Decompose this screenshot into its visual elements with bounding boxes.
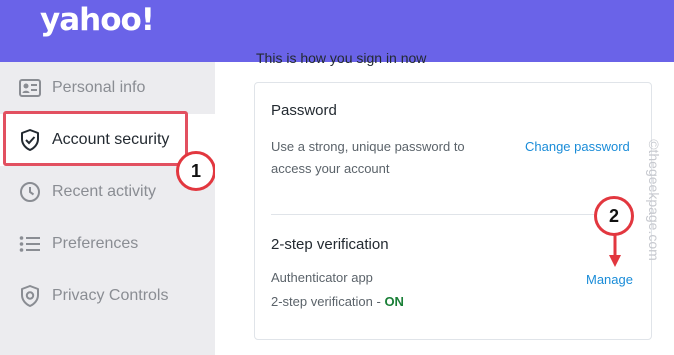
list-icon [19,233,41,255]
sidebar-item-label: Preferences [52,235,139,252]
password-title: Password [271,102,337,119]
sidebar-item-preferences[interactable]: Preferences [0,218,215,270]
change-password-link[interactable]: Change password [525,139,630,154]
yahoo-logo[interactable]: yahoo! [40,2,155,38]
two-step-title: 2-step verification [271,236,389,253]
sidebar-item-label: Recent activity [52,183,157,200]
manage-link[interactable]: Manage [586,272,633,287]
annotation-highlight-box [3,111,188,166]
watermark-text: ©thegeekpage.com [646,139,662,261]
sidebar-item-privacy-controls[interactable]: Privacy Controls [0,270,215,322]
annotation-callout-1: 1 [176,151,216,191]
annotation-callout-2: 2 [594,196,634,236]
sidebar-item-label: Privacy Controls [52,287,169,304]
password-description-line1: Use a strong, unique password to [271,139,465,154]
id-card-icon [19,77,41,99]
privacy-shield-icon [19,285,41,307]
two-step-status-prefix: 2-step verification - [271,294,385,309]
clock-icon [19,181,41,203]
watermark: ©thegeekpage.com [645,120,663,280]
sidebar-item-label: Personal info [52,79,146,96]
two-step-status-value: ON [384,294,404,309]
sidebar-item-personal-info[interactable]: Personal info [0,62,215,114]
two-step-method: Authenticator app [271,270,373,285]
two-step-status-line: 2-step verification - ON [271,291,404,313]
password-description-line2: access your account [271,161,390,176]
section-intro: This is how you sign in now [256,50,427,66]
card-divider [271,214,633,215]
